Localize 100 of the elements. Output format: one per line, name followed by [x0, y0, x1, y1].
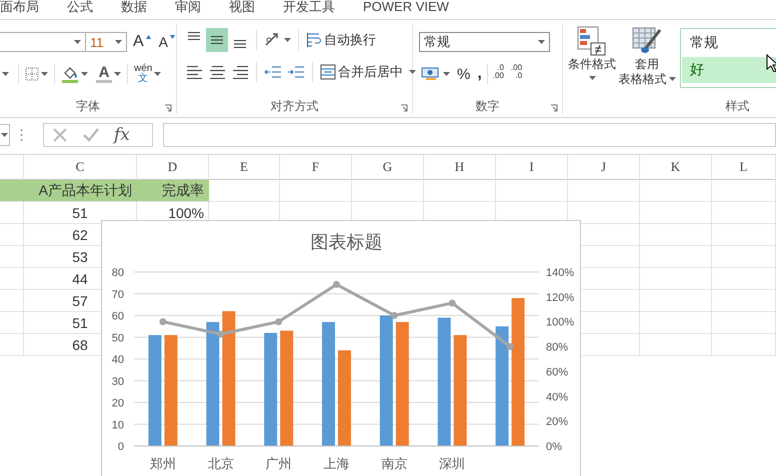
- wrap-text-button[interactable]: 自动换行: [304, 28, 378, 52]
- axis-category-label: 郑州: [150, 456, 176, 471]
- caret-icon: [409, 70, 416, 74]
- column-header[interactable]: E: [209, 155, 280, 178]
- middle-align-button[interactable]: [206, 28, 228, 52]
- table-cell: [712, 202, 776, 224]
- phonetic-button[interactable]: wén 文: [132, 62, 164, 86]
- caret-icon: [284, 38, 291, 42]
- axis-tick-label: 0%: [546, 441, 562, 453]
- table-cell: [640, 224, 712, 246]
- axis-tick-label: 70: [112, 288, 124, 301]
- font-name-field[interactable]: [0, 32, 86, 52]
- table-header-cell: A产品本年计划: [24, 180, 137, 202]
- decrease-indent-icon: [264, 64, 282, 80]
- column-header[interactable]: G: [352, 155, 424, 178]
- caret-icon: [1, 133, 8, 137]
- table-cell: [0, 312, 24, 334]
- ribbon-tab[interactable]: 面布局: [0, 0, 53, 15]
- table-cell: [640, 268, 712, 290]
- insert-function-button[interactable]: fx: [114, 125, 130, 145]
- table-cell: [640, 202, 712, 224]
- table-cell: [640, 290, 712, 312]
- number-format-field[interactable]: 常规: [419, 32, 550, 52]
- font-color-button[interactable]: A: [94, 62, 123, 86]
- merge-center-button[interactable]: 合并后居中: [318, 60, 418, 84]
- table-cell: [640, 246, 712, 268]
- group-label: 数字: [474, 98, 500, 115]
- table-cell: [712, 312, 776, 334]
- conditional-format-button[interactable]: 条件格式: [567, 26, 617, 80]
- increase-decimal-button[interactable]: .0 .00: [490, 62, 506, 86]
- dialog-launcher-icon[interactable]: [164, 104, 172, 112]
- column-header[interactable]: H: [424, 155, 496, 178]
- ribbon-tab[interactable]: 公式: [53, 0, 107, 15]
- axis-tick-label: 120%: [546, 292, 574, 304]
- axis-tick-label: 50: [112, 332, 124, 344]
- merge-cells-icon: [320, 64, 336, 80]
- percent-button[interactable]: %: [455, 62, 472, 86]
- up-triangle-icon: [146, 35, 151, 39]
- table-cell: [0, 202, 24, 224]
- table-cell: [0, 290, 24, 312]
- group-label: 字体: [75, 98, 101, 115]
- formula-input[interactable]: [163, 123, 776, 147]
- column-header[interactable]: D: [137, 155, 209, 178]
- ribbon-tab[interactable]: 视图: [215, 0, 269, 15]
- table-cell: [640, 334, 712, 356]
- axis-tick-label: 80%: [546, 342, 568, 354]
- table-cell: [712, 334, 776, 356]
- ribbon-tab[interactable]: 数据: [107, 0, 161, 15]
- axis-tick-label: 20: [112, 398, 124, 410]
- column-header[interactable]: L: [712, 155, 776, 178]
- color-bar-icon: [96, 80, 112, 83]
- table-cell: [640, 312, 712, 334]
- grow-font-button[interactable]: A: [131, 30, 153, 54]
- axis-tick-label: 30: [112, 376, 124, 388]
- table-cell: [0, 224, 24, 246]
- axis-category-label: 上海: [324, 456, 350, 471]
- cell-style-item[interactable]: 常规: [682, 30, 776, 56]
- left-align-icon: [186, 66, 202, 78]
- cell-style-item[interactable]: 好: [682, 57, 776, 83]
- axis-tick-label: 10: [112, 419, 124, 432]
- center-align-icon: [210, 66, 224, 78]
- dialog-launcher-icon[interactable]: [550, 104, 558, 112]
- ribbon-tab[interactable]: POWER VIEW: [349, 0, 463, 15]
- table-cell: [712, 224, 776, 246]
- caret-icon: [114, 72, 121, 76]
- caret-icon: [538, 40, 545, 44]
- bottom-align-icon: [234, 40, 246, 48]
- format-as-table-button[interactable]: 套用 表格格式: [617, 26, 677, 86]
- axis-category-label: 北京: [208, 456, 234, 471]
- checkmark-icon[interactable]: [82, 127, 100, 143]
- axis-tick-label: 60: [112, 310, 124, 322]
- caret-icon: [74, 40, 81, 44]
- axis-category-label: 广州: [266, 456, 292, 471]
- ribbon-tab[interactable]: 审阅: [161, 0, 215, 15]
- caret-icon: [588, 76, 596, 80]
- column-header[interactable]: C: [24, 155, 137, 178]
- decrease-decimal-button[interactable]: .00 .0: [508, 62, 524, 86]
- table-brush-icon: [632, 26, 662, 56]
- axis-tick-label: 80: [112, 267, 124, 279]
- currency-icon: [421, 66, 441, 82]
- ribbon-tab[interactable]: 开发工具: [269, 0, 349, 15]
- column-header[interactable]: K: [640, 155, 712, 178]
- font-size-field[interactable]: 11: [85, 32, 127, 52]
- increase-indent-icon: [287, 64, 305, 80]
- caret-icon: [81, 72, 88, 76]
- down-triangle-icon: [170, 35, 176, 39]
- column-header[interactable]: F: [280, 155, 352, 178]
- borders-icon: [25, 67, 39, 81]
- axis-tick-label: 20%: [546, 416, 568, 428]
- name-box[interactable]: [0, 124, 10, 146]
- top-align-icon: [188, 32, 200, 40]
- wrap-text-icon: [306, 32, 322, 48]
- group-label: 样式: [724, 98, 750, 115]
- shrink-font-button[interactable]: A: [156, 30, 178, 54]
- column-header[interactable]: I: [496, 155, 568, 178]
- dialog-launcher-icon[interactable]: [400, 104, 408, 112]
- table-cell: [0, 268, 24, 290]
- comma-button[interactable]: ,: [475, 62, 484, 86]
- conditional-format-icon: [577, 26, 607, 56]
- column-header[interactable]: J: [568, 155, 640, 178]
